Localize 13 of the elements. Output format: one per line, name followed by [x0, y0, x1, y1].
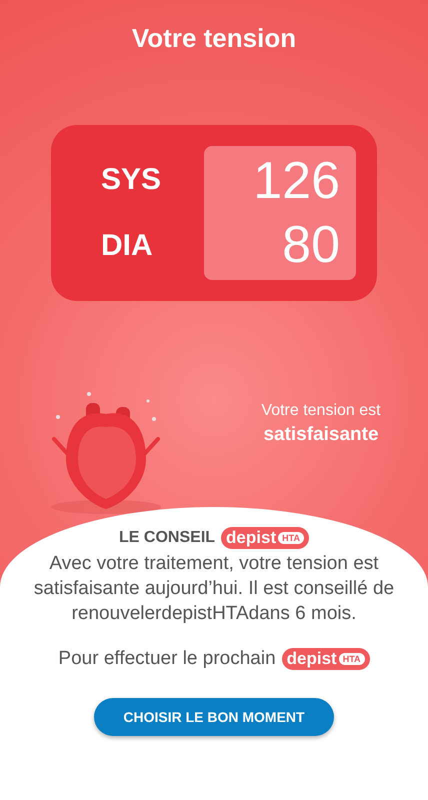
- advice-heading: LE CONSEIL: [119, 529, 216, 547]
- status-text: Votre tension est: [261, 402, 381, 420]
- reading-label: SYS: [101, 163, 162, 197]
- reading-value: 126: [253, 151, 340, 212]
- advice-text: Avec votre traitement, votre tension est satisfaisante aujourd’hui. Il est conseillé de renouvelerdepistHTAdans 6 mois.: [32, 552, 396, 626]
- next-text: Pour effectuer le prochain: [58, 648, 276, 670]
- page-title: Votre tension: [132, 23, 296, 54]
- brand-logo: depist HTA: [282, 648, 370, 670]
- choose-time-button[interactable]: CHOISIR LE BON MOMENT: [94, 698, 334, 736]
- reading-value: 80: [282, 215, 340, 276]
- status-verdict: satisfaisante: [263, 424, 379, 446]
- reading-label: DIA: [101, 229, 154, 263]
- brand-logo: depist HTA: [221, 527, 309, 549]
